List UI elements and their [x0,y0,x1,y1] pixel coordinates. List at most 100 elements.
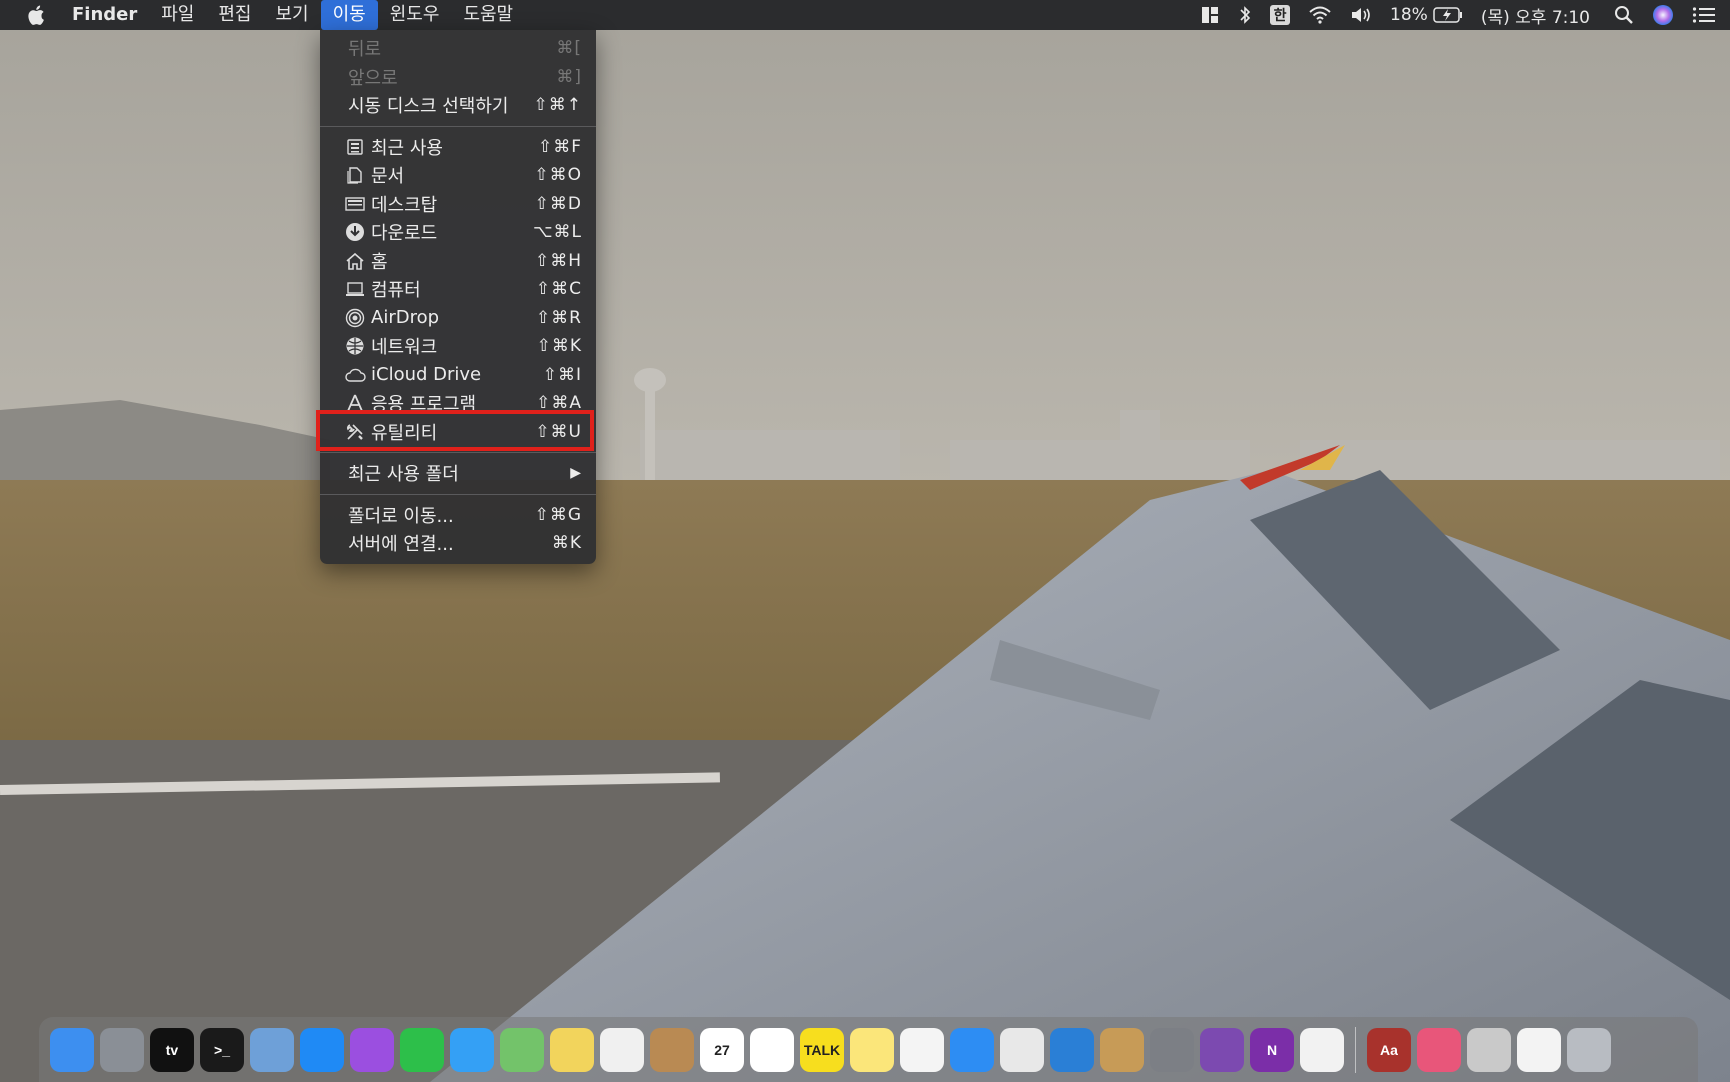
music-icon[interactable] [900,1027,944,1072]
spotlight-search-icon[interactable] [1614,0,1634,30]
menu-item-recents[interactable]: 최근 사용 ⇧⌘F [320,133,596,162]
archive-utility-icon[interactable] [1100,1027,1144,1072]
folder-icon[interactable] [1417,1027,1461,1072]
menu-item-back[interactable]: 뒤로 ⌘[ [320,34,596,63]
menu-item-shortcut: ⇧⌘A [536,393,582,414]
finder-icon[interactable] [50,1027,94,1072]
trash-icon[interactable] [1567,1027,1611,1072]
menu-item-home[interactable]: 홈 ⇧⌘H [320,247,596,276]
home-icon [344,251,366,271]
menu-item-computer[interactable]: 컴퓨터 ⇧⌘C [320,275,596,304]
dictionary-icon[interactable]: Aa [1367,1027,1411,1072]
dock-icon-text: Aa [1380,1041,1398,1058]
bluetooth-icon[interactable] [1238,0,1252,30]
menu-help[interactable]: 도움말 [451,0,525,30]
calendar-icon[interactable]: 27 [700,1027,744,1072]
menu-item-label: 최근 사용 [371,137,443,159]
menu-item-shortcut: ⌘[ [556,38,582,59]
dock-icon-text: tv [165,1041,179,1058]
system-preferences-icon[interactable] [1150,1027,1194,1072]
menu-item-shortcut: ⇧⌘I [542,364,582,385]
split-view-icon[interactable] [1200,0,1220,30]
menu-item-label: 앞으로 [348,67,398,89]
kakaotalk-icon[interactable]: TALK [800,1027,844,1072]
menu-app-finder[interactable]: Finder [60,0,149,30]
recents-icon [344,137,366,157]
dock: tv >_ 27 TALK N Aa [39,1017,1698,1082]
menu-item-startup-disk[interactable]: 시동 디스크 선택하기 ⇧⌘↑ [320,91,596,120]
wifi-icon[interactable] [1308,0,1332,30]
battery-status[interactable]: 18% [1390,0,1463,30]
input-source-menu[interactable]: 한 [1270,0,1291,30]
siri-icon[interactable] [1652,0,1674,30]
dock-divider [1355,1026,1356,1073]
menu-item-shortcut: ⌘K [551,533,582,554]
contacts-icon[interactable] [650,1027,694,1072]
menu-item-utilities[interactable]: 유틸리티 ⇧⌘U [320,418,596,447]
onenote-icon[interactable]: N [1250,1027,1294,1072]
menu-item-forward[interactable]: 앞으로 ⌘] [320,63,596,92]
menu-item-connect-to-server[interactable]: 서버에 연결... ⌘K [320,529,596,558]
menu-item-recent-folders[interactable]: 최근 사용 폴더 ▶ [320,459,596,488]
icloud-icon [344,365,366,385]
menu-item-label: 네트워크 [371,337,438,359]
menu-item-applications[interactable]: 응용 프로그램 ⇧⌘A [320,389,596,418]
utilities-icon [344,422,366,442]
stickies-icon[interactable] [550,1027,594,1072]
menu-bar: Finder 파일 편집 보기 이동 윈도우 도움말 한 18% (목) 오후 … [0,0,1730,30]
terminal-icon[interactable]: >_ [200,1027,244,1072]
battery-charging-icon [1433,7,1462,23]
podcasts-icon[interactable] [350,1027,394,1072]
menu-item-label: iCloud Drive [371,364,482,386]
menu-window[interactable]: 윈도우 [378,0,452,30]
maps-icon[interactable] [500,1027,544,1072]
menu-item-downloads[interactable]: 다운로드 ⌥⌘L [320,218,596,247]
volume-icon[interactable] [1350,0,1372,30]
menu-item-icloud-drive[interactable]: iCloud Drive ⇧⌘I [320,361,596,390]
menu-item-label: 최근 사용 폴더 [348,464,459,486]
menu-view[interactable]: 보기 [264,0,321,30]
airdrop-icon [344,308,366,328]
messages-icon[interactable] [450,1027,494,1072]
menu-item-network[interactable]: 네트워크 ⇧⌘K [320,332,596,361]
vscode-icon[interactable] [1050,1027,1094,1072]
menu-item-airdrop[interactable]: AirDrop ⇧⌘R [320,304,596,333]
chrome-icon[interactable] [1000,1027,1044,1072]
launchpad-icon[interactable] [100,1027,144,1072]
apple-tv-icon[interactable]: tv [150,1027,194,1072]
menu-item-go-to-folder[interactable]: 폴더로 이동... ⇧⌘G [320,501,596,530]
dock-icon-text: TALK [803,1041,841,1058]
notes-icon[interactable] [850,1027,894,1072]
menu-item-documents[interactable]: 문서 ⇧⌘O [320,161,596,190]
menu-item-shortcut: ⇧⌘R [535,307,582,328]
documents-stack-icon[interactable] [1517,1027,1561,1072]
menu-edit[interactable]: 편집 [206,0,263,30]
menu-item-label: 다운로드 [371,223,438,245]
menu-item-shortcut: ⇧⌘O [534,165,582,186]
photos-icon[interactable] [600,1027,644,1072]
menu-item-shortcut: ⇧⌘D [534,193,582,214]
clock[interactable]: (목) 오후 7:10 [1481,0,1590,30]
safari-icon[interactable] [950,1027,994,1072]
reminders-icon[interactable] [750,1027,794,1072]
documents-icon [344,165,366,185]
app-store-icon[interactable] [300,1027,344,1072]
preview-icon[interactable] [250,1027,294,1072]
menu-item-shortcut: ⇧⌘↑ [533,95,582,116]
menu-item-label: 데스크탑 [371,194,438,216]
menu-separator [320,452,596,453]
menu-item-shortcut: ⌥⌘L [532,222,582,243]
textedit-icon[interactable] [1300,1027,1344,1072]
menu-item-shortcut: ⇧⌘G [534,504,582,525]
facetime-icon[interactable] [400,1027,444,1072]
notification-center-icon[interactable] [1692,0,1716,30]
menu-item-shortcut: ⇧⌘U [535,421,582,442]
menu-item-desktop[interactable]: 데스크탑 ⇧⌘D [320,190,596,219]
menu-file[interactable]: 파일 [149,0,206,30]
disk-utility-icon[interactable] [1467,1027,1511,1072]
menu-item-shortcut: ⇧⌘C [535,279,582,300]
github-desktop-icon[interactable] [1200,1027,1244,1072]
apple-icon[interactable] [24,0,50,30]
menu-item-label: 폴더로 이동... [348,505,454,527]
menu-go[interactable]: 이동 [320,0,378,30]
